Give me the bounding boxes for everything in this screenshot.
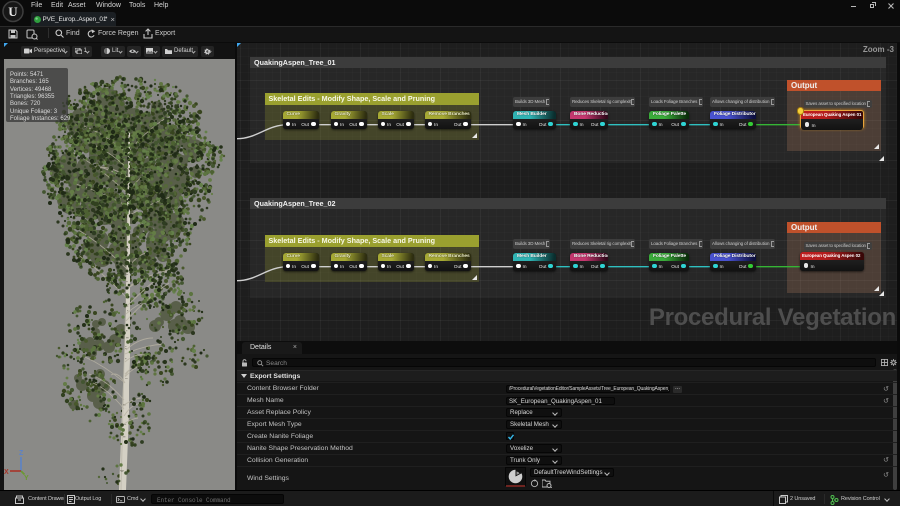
- svg-text:Y: Y: [24, 475, 29, 480]
- svg-text:Z: Z: [19, 450, 24, 457]
- svg-text:X: X: [4, 469, 9, 476]
- svg-text:U: U: [8, 4, 18, 19]
